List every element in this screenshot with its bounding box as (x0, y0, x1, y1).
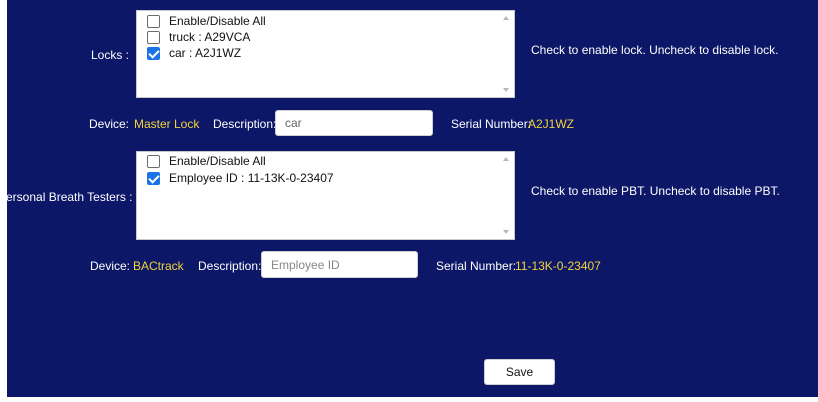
locks-item-car[interactable]: car : A2J1WZ (147, 45, 241, 61)
scroll-up-icon[interactable] (503, 16, 509, 20)
locks-label: Locks : (91, 48, 130, 62)
pbt-label: ersonal Breath Testers : (7, 190, 133, 204)
locks-item-label: truck : A29VCA (169, 30, 251, 44)
save-button[interactable]: Save (484, 359, 555, 385)
locks-item-label: car : A2J1WZ (169, 46, 242, 60)
enable-all-checkbox[interactable] (147, 154, 160, 168)
locks-serial-label: Serial Number: (451, 117, 532, 131)
car-checkbox[interactable] (147, 46, 160, 60)
locks-device-label: Device: (89, 117, 130, 131)
pbt-scrollbar[interactable] (500, 152, 514, 239)
pbt-device-label: Device: (90, 259, 131, 273)
locks-description-input[interactable] (275, 110, 433, 136)
pbt-device-value: BACtrack (133, 259, 184, 273)
settings-panel: Locks : Enable/Disable All truck : A29VC… (7, 0, 818, 397)
locks-item-enable-all[interactable]: Enable/Disable All (147, 13, 266, 29)
pbt-item-employee[interactable]: Employee ID : 11-13K-0-23407 (147, 170, 334, 186)
locks-item-truck[interactable]: truck : A29VCA (147, 29, 250, 45)
pbt-item-label: Enable/Disable All (169, 154, 266, 168)
enable-all-checkbox[interactable] (147, 14, 160, 28)
locks-hint: Check to enable lock. Uncheck to disable… (531, 43, 779, 57)
pbt-description-input[interactable] (261, 251, 418, 278)
pbt-description-label: Description: (198, 259, 262, 273)
locks-device-value: Master Lock (134, 117, 200, 131)
scroll-up-icon[interactable] (503, 157, 509, 161)
locks-scrollbar[interactable] (500, 11, 514, 97)
locks-serial-value: A2J1WZ (528, 117, 575, 131)
pbt-serial-value: 11-13K-0-23407 (515, 259, 601, 273)
pbt-listbox[interactable]: Enable/Disable All Employee ID : 11-13K-… (136, 151, 515, 240)
employee-checkbox[interactable] (147, 171, 160, 185)
locks-description-label: Description: (213, 117, 277, 131)
pbt-serial-label: Serial Number: (436, 259, 517, 273)
pbt-item-enable-all[interactable]: Enable/Disable All (147, 153, 266, 169)
pbt-hint: Check to enable PBT. Uncheck to disable … (531, 184, 780, 198)
locks-listbox[interactable]: Enable/Disable All truck : A29VCA car : … (136, 10, 515, 98)
scroll-down-icon[interactable] (503, 88, 509, 92)
scroll-down-icon[interactable] (503, 230, 509, 234)
pbt-item-label: Employee ID : 11-13K-0-23407 (169, 171, 334, 185)
locks-item-label: Enable/Disable All (169, 14, 266, 28)
truck-checkbox[interactable] (147, 30, 160, 44)
